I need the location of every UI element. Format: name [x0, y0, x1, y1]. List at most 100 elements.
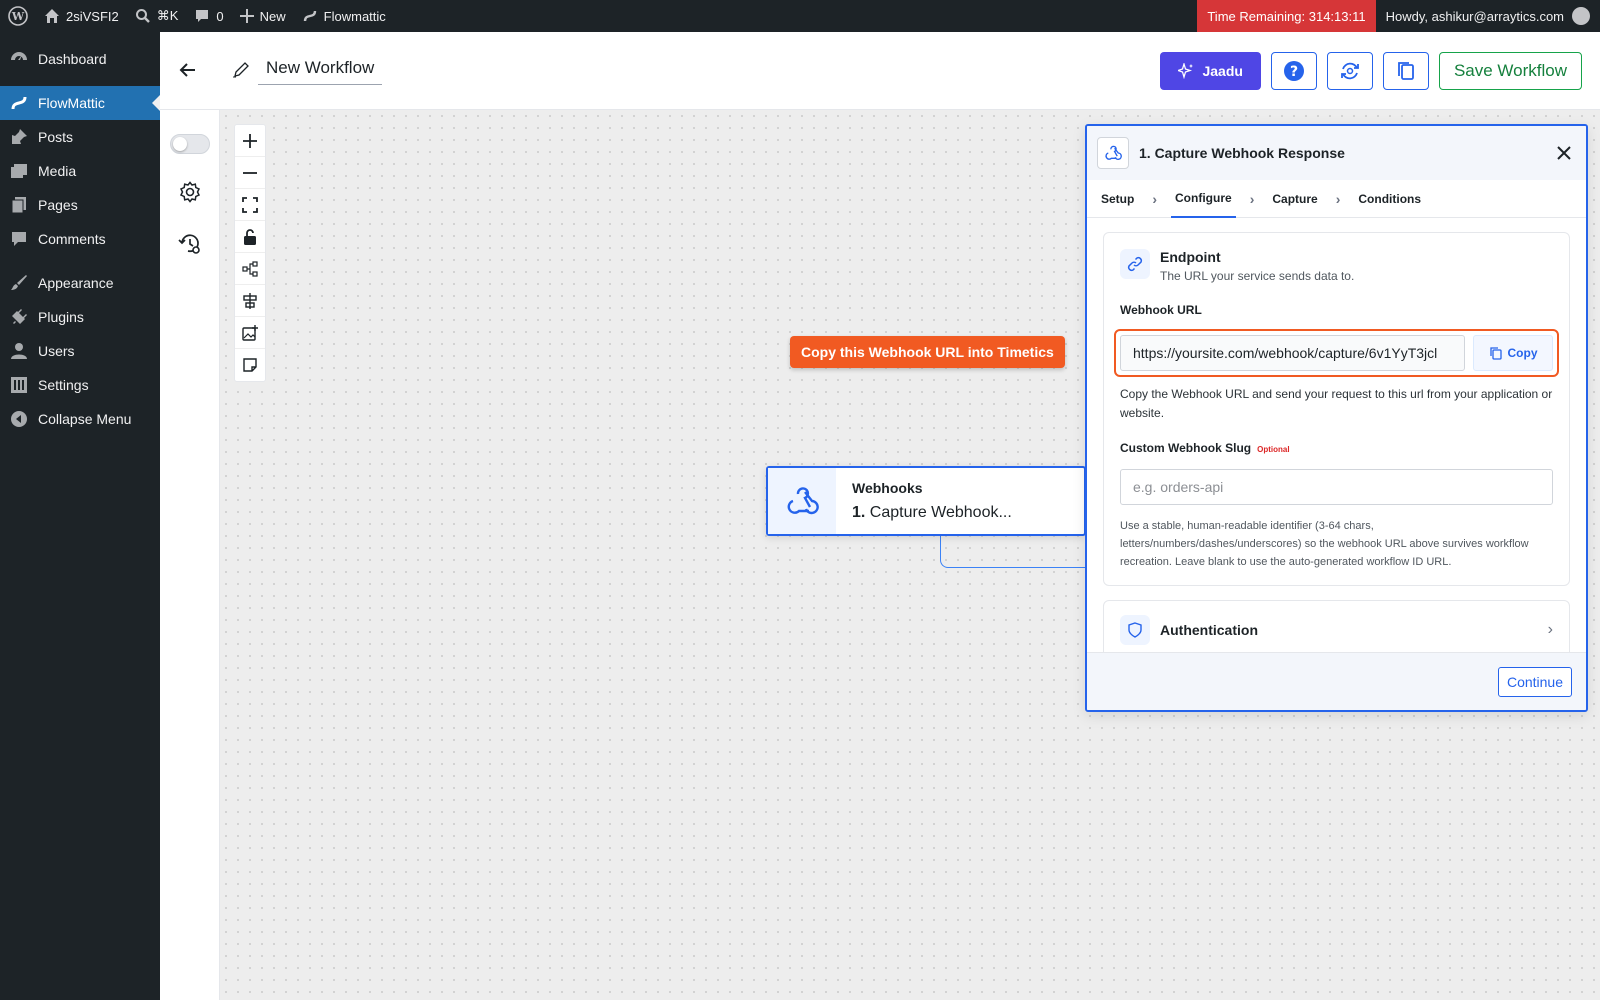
auto-layout-button[interactable]: [235, 253, 265, 285]
pencil-icon: [233, 61, 249, 77]
copy-icon: [1398, 62, 1414, 80]
search-icon: [135, 9, 150, 23]
sidebar-item-label: Collapse Menu: [38, 411, 132, 427]
duplicate-button[interactable]: [1382, 52, 1429, 90]
continue-button[interactable]: Continue: [1497, 667, 1572, 697]
chevron-right-icon: ›: [1335, 190, 1341, 207]
workflow-status-toggle[interactable]: [170, 134, 210, 154]
sync-button[interactable]: [1326, 52, 1373, 90]
add-note-button[interactable]: [235, 349, 265, 381]
tab-configure[interactable]: Configure: [1171, 180, 1236, 218]
refresh-icon: [1341, 62, 1359, 80]
endpoint-card: Endpoint The URL your service sends data…: [1103, 232, 1570, 586]
time-remaining-badge: Time Remaining: 314:13:11: [1197, 0, 1376, 32]
authentication-section[interactable]: Authentication ›: [1103, 600, 1570, 658]
panel-footer: Continue: [1087, 652, 1586, 710]
save-workflow-button[interactable]: Save Workflow: [1438, 52, 1582, 90]
sidebar-item-label: Media: [38, 163, 77, 179]
brush-icon: [11, 275, 27, 290]
new-content-link[interactable]: New: [232, 0, 294, 32]
lock-canvas-button[interactable]: [235, 221, 265, 253]
tab-conditions[interactable]: Conditions: [1354, 180, 1425, 218]
site-name-link[interactable]: 2siVSFI2: [36, 0, 127, 32]
copy-icon: [1489, 346, 1502, 360]
custom-slug-input[interactable]: e.g. orders-api: [1120, 469, 1553, 505]
minus-icon: [243, 171, 257, 174]
flowmattic-link[interactable]: Flowmattic: [294, 0, 394, 32]
webhook-url-help: Copy the Webhook URL and send your reque…: [1120, 387, 1553, 420]
canvas-controls: [234, 124, 266, 382]
workflow-header: New Workflow Jaadu ? Save Workflow: [160, 32, 1600, 110]
align-center-icon: [243, 292, 257, 309]
back-button[interactable]: [176, 58, 200, 82]
workflow-tool-rail: [160, 110, 220, 1000]
help-button[interactable]: ?: [1270, 52, 1317, 90]
jaadu-button[interactable]: Jaadu: [1160, 52, 1261, 90]
zoom-out-button[interactable]: [235, 157, 265, 189]
layout-tree-icon: [242, 260, 258, 277]
chevron-right-icon: ›: [1547, 621, 1553, 638]
sidebar-item-flowmattic[interactable]: FlowMattic: [0, 86, 160, 120]
node-app-name: Webhooks: [852, 480, 923, 496]
settings-icon: [11, 377, 27, 393]
sidebar-item-label: Appearance: [38, 275, 114, 291]
add-image-button[interactable]: [235, 317, 265, 349]
close-icon: [1557, 146, 1571, 160]
comment-icon: [196, 10, 209, 22]
webhook-url-field[interactable]: https://yoursite.com/webhook/capture/6v1…: [1120, 335, 1465, 371]
workflow-title-input[interactable]: New Workflow: [258, 54, 383, 85]
tab-setup[interactable]: Setup: [1097, 180, 1138, 218]
sidebar-item-posts[interactable]: Posts: [0, 120, 160, 154]
shield-icon: [1128, 622, 1142, 638]
flowmattic-label: Flowmattic: [323, 8, 386, 24]
comments-count: 0: [216, 8, 224, 24]
history-settings-button[interactable]: [178, 232, 202, 256]
align-button[interactable]: [235, 285, 265, 317]
site-name: 2siVSFI2: [66, 8, 119, 24]
tab-capture[interactable]: Capture: [1268, 180, 1321, 218]
node-step-number: 1.: [852, 504, 866, 521]
comments-link[interactable]: 0: [186, 0, 231, 32]
arrow-left-icon: [179, 63, 195, 77]
sidebar-item-comments[interactable]: Comments: [0, 222, 160, 256]
sidebar-item-dashboard[interactable]: Dashboard: [0, 42, 160, 76]
webhook-url-highlight: https://yoursite.com/webhook/capture/6v1…: [1114, 329, 1559, 377]
svg-text:?: ?: [1290, 64, 1298, 80]
workflow-settings-button[interactable]: [178, 180, 202, 204]
panel-body[interactable]: Endpoint The URL your service sends data…: [1087, 218, 1586, 658]
sticky-note-icon: [243, 358, 257, 372]
authentication-title: Authentication: [1160, 622, 1258, 638]
sidebar-item-pages[interactable]: Pages: [0, 188, 160, 222]
link-icon: [1127, 256, 1143, 272]
home-icon: [45, 9, 59, 23]
sparkle-icon: [1178, 63, 1194, 79]
node-connector-line: [940, 536, 1090, 568]
flowmattic-icon: [303, 10, 316, 22]
sidebar-item-settings[interactable]: Settings: [0, 368, 160, 402]
sidebar-item-users[interactable]: Users: [0, 334, 160, 368]
flowmattic-icon: [11, 96, 27, 110]
chevron-right-icon: ›: [1249, 190, 1255, 207]
svg-text:W: W: [11, 10, 25, 23]
copy-url-button[interactable]: Copy: [1473, 335, 1553, 371]
search-shortcut[interactable]: ⌘K: [127, 0, 187, 32]
account-menu[interactable]: Howdy, ashikur@arraytics.com: [1376, 0, 1600, 32]
sidebar-item-plugins[interactable]: Plugins: [0, 300, 160, 334]
fit-view-button[interactable]: [235, 189, 265, 221]
webhook-trigger-node[interactable]: Webhooks 1. Capture Webhook...: [766, 466, 1086, 536]
slug-label: Custom Webhook Slug: [1120, 441, 1252, 455]
sidebar-item-label: Plugins: [38, 309, 84, 325]
comment-icon: [12, 232, 26, 246]
close-panel-button[interactable]: [1552, 141, 1576, 165]
sidebar-item-label: Pages: [38, 197, 78, 213]
wordpress-logo-icon[interactable]: W: [0, 0, 36, 32]
history-gear-icon: [178, 234, 200, 254]
sidebar-item-media[interactable]: Media: [0, 154, 160, 188]
optional-badge: Optional: [1257, 445, 1290, 454]
sidebar-item-label: Users: [38, 343, 75, 359]
collapse-menu-button[interactable]: Collapse Menu: [0, 402, 160, 436]
zoom-in-button[interactable]: [235, 125, 265, 157]
sidebar-item-appearance[interactable]: Appearance: [0, 266, 160, 300]
jaadu-label: Jaadu: [1202, 63, 1243, 79]
webhook-url-callout: Copy this Webhook URL into Timetics: [790, 336, 1065, 368]
